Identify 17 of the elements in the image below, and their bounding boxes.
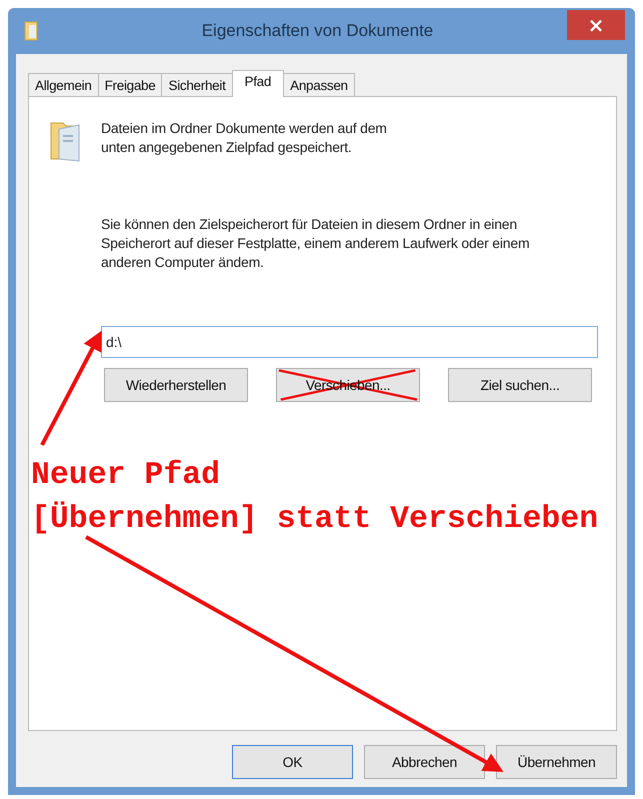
dialog-button[interactable]: Übernehmen	[496, 745, 617, 779]
tab[interactable]: Anpassen	[283, 73, 355, 96]
close-button[interactable]: ×	[567, 10, 625, 40]
info-text: Dateien im Ordner Dokumente werden auf dem unten angegebenen Zielpfad gespeichert.	[101, 119, 388, 157]
path-field[interactable]: d:\	[101, 326, 598, 358]
tab[interactable]: Pfad	[232, 70, 284, 97]
description-text: Sie können den Zielspeicherort für Dateien in diesem Ordner in einen Speicherort auf dieser Festplatte, einem anderem Laufwerk oder einem anderen Computer ändem.	[101, 215, 530, 272]
dialog-button[interactable]: OK	[232, 745, 353, 779]
window-title: Eigenschaften von Dokumente	[200, 21, 434, 41]
dialog-button[interactable]: Abbrechen	[364, 745, 485, 779]
folder-icon	[24, 21, 38, 41]
path-button[interactable]: Ziel suchen...	[448, 368, 592, 402]
tab[interactable]: Allgemein	[28, 73, 99, 96]
annotation-text: [Übernehmen] statt Verschieben	[31, 500, 600, 539]
tab[interactable]: Freigabe	[98, 73, 162, 96]
annotation-text: Neuer Pfad	[31, 457, 222, 495]
path-button[interactable]: Wiederherstellen	[104, 368, 248, 402]
